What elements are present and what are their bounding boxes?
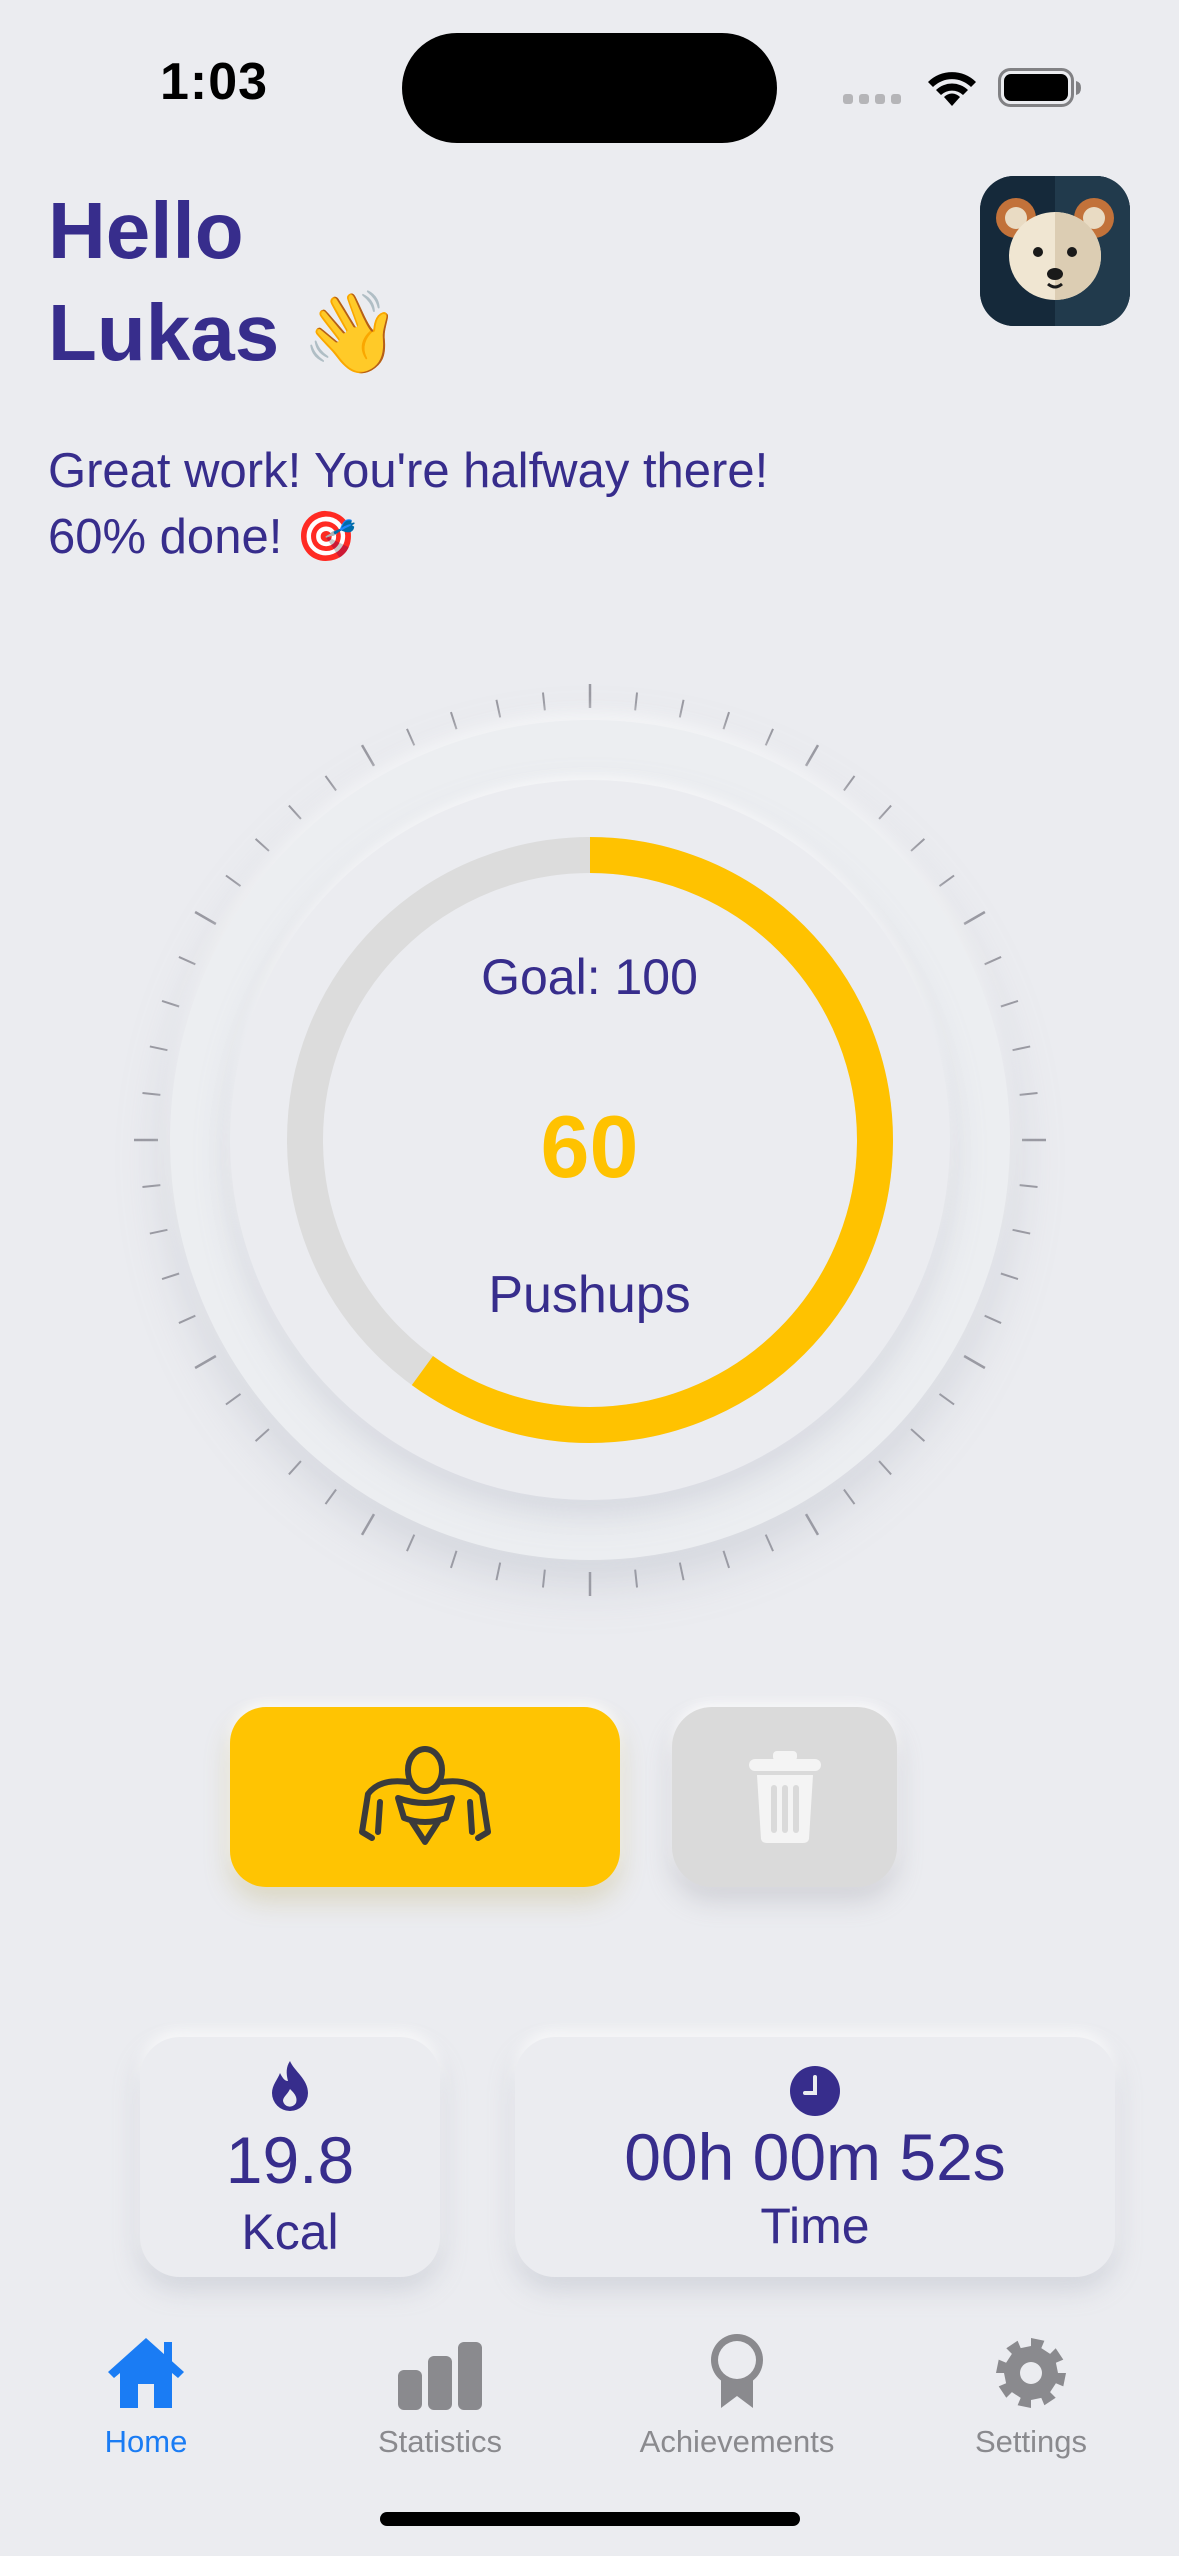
kcal-label: Kcal — [241, 2204, 339, 2260]
dial-tick — [963, 910, 986, 926]
pushup-count: 60 — [540, 1097, 639, 1196]
tab-settings-label: Settings — [974, 2424, 1087, 2459]
dial-tick — [449, 711, 458, 730]
trash-icon — [748, 1751, 821, 1843]
dial-tick — [1012, 1045, 1031, 1052]
clock-icon — [515, 2065, 1115, 2117]
dial-tick — [360, 1513, 376, 1536]
dial-tick — [634, 692, 639, 711]
dial-tick — [963, 1354, 986, 1370]
dial-tick — [1012, 1228, 1031, 1235]
dial-tick — [804, 744, 820, 767]
dial-tick — [194, 1354, 217, 1370]
goal-label: Goal: 100 — [481, 949, 698, 1005]
dial-tick — [142, 1091, 161, 1096]
motivation-line-1: Great work! You're halfway there! — [48, 444, 769, 498]
dial-tick — [406, 1534, 416, 1552]
dial-tick — [764, 728, 774, 746]
motivation-message: Great work! You're halfway there! 60% do… — [48, 438, 768, 570]
gear-icon — [901, 2320, 1161, 2410]
kcal-card: 19.8 Kcal — [140, 2037, 440, 2277]
tab-achievements[interactable]: Achievements — [607, 2320, 867, 2460]
dial-tick — [764, 1534, 774, 1552]
status-time: 1:03 — [160, 53, 269, 111]
dial-tick — [722, 1550, 731, 1569]
delete-button[interactable] — [672, 1707, 897, 1887]
bar-chart-icon — [310, 2320, 570, 2410]
dial-tick — [678, 699, 685, 718]
greeting-line-1: Hello — [48, 186, 244, 275]
dial-tick — [541, 1569, 546, 1588]
house-icon — [16, 2320, 276, 2410]
dial-tick — [406, 728, 416, 746]
tab-settings[interactable]: Settings — [901, 2320, 1161, 2460]
dial-tick — [194, 910, 217, 926]
dial-tick — [678, 1562, 685, 1581]
time-label: Time — [760, 2198, 870, 2254]
kcal-value: 19.8 — [225, 2123, 355, 2197]
time-value: 00h 00m 52s — [624, 2120, 1006, 2194]
dial-tick — [495, 1562, 502, 1581]
add-pushup-button[interactable] — [230, 1707, 620, 1887]
greeting-line-2: Lukas 👋 — [48, 288, 402, 377]
dial-tick — [804, 1513, 820, 1536]
time-card: 00h 00m 52s Time — [515, 2037, 1115, 2277]
dial-tick — [449, 1550, 458, 1569]
dial-tick — [634, 1569, 639, 1588]
dial-tick — [495, 699, 502, 718]
dial-tick — [360, 744, 376, 767]
tab-achievements-label: Achievements — [639, 2424, 835, 2459]
dial-tick — [722, 711, 731, 730]
cellular-signal-icon — [843, 92, 903, 111]
pushups-label: Pushups — [488, 1266, 691, 1324]
avatar[interactable] — [980, 176, 1130, 326]
dial-tick — [1019, 1091, 1038, 1096]
tab-home[interactable]: Home — [16, 2320, 276, 2460]
greeting-title: Hello Lukas 👋 — [48, 180, 401, 384]
dynamic-island — [402, 33, 777, 143]
tab-statistics[interactable]: Statistics — [310, 2320, 570, 2460]
ribbon-icon — [607, 2320, 867, 2410]
flame-icon — [140, 2059, 440, 2113]
home-indicator — [380, 2512, 800, 2526]
motivation-line-2: 60% done! 🎯 — [48, 510, 357, 564]
tab-statistics-label: Statistics — [377, 2424, 503, 2459]
dial-tick — [541, 692, 546, 711]
tab-home-label: Home — [104, 2424, 188, 2459]
bear-avatar-icon — [980, 176, 1130, 326]
wifi-icon — [926, 66, 978, 113]
dial-tick — [149, 1045, 168, 1052]
battery-icon — [998, 68, 1082, 113]
dial-tick — [149, 1228, 168, 1235]
pushup-person-icon — [359, 1746, 491, 1845]
